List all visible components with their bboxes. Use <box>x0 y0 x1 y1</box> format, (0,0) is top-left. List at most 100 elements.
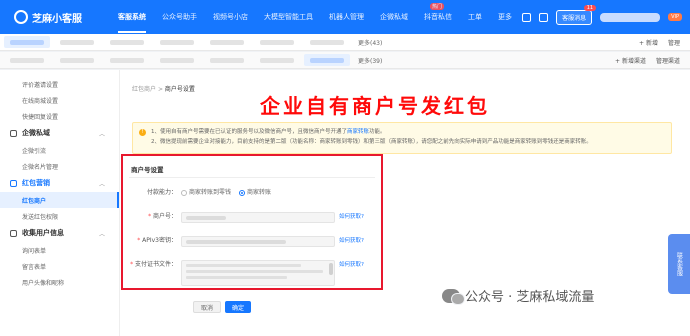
how-to-get-link[interactable]: 如何获取? <box>339 260 364 270</box>
scrollbar[interactable] <box>329 263 333 275</box>
confirm-button[interactable]: 确定 <box>225 301 252 313</box>
sidebar-item-inquiry-form[interactable]: 询问表单 <box>0 242 119 258</box>
overlay-headline: 企业自有商户号发红包 <box>260 94 490 118</box>
notice-line-2: 2、微信提现前需要企业对接能力，目前支持的是第二版（功能名称：商家转账到零钱）和… <box>151 139 592 145</box>
nav-item-oa-assistant[interactable]: 公众号助手 <box>154 12 205 22</box>
nav-item-tickets[interactable]: 工单 <box>460 12 490 22</box>
account-tab[interactable] <box>104 36 150 48</box>
account-tab[interactable] <box>54 36 100 48</box>
contact-support-tab[interactable]: 联系客服 <box>668 234 690 294</box>
customer-messages-label: 客服消息 <box>562 14 587 22</box>
account-tab[interactable] <box>154 36 200 48</box>
bell-icon[interactable] <box>539 12 549 22</box>
nav-item-douyin[interactable]: 热门 抖音私信 <box>416 3 460 22</box>
merchant-id-input[interactable] <box>181 212 335 223</box>
wecom-icon <box>10 129 17 137</box>
contact-support-label: 联系客服 <box>675 252 683 276</box>
logo-icon <box>14 10 28 24</box>
nav-item-more[interactable]: 更多 <box>490 12 520 22</box>
sidebar-group-wecom[interactable]: 企微私域 ︿ <box>0 124 119 142</box>
apiv3-key-label: * APIv3密钥： <box>123 236 181 246</box>
watermark-text: 公众号 · 芝麻私域流量 <box>465 290 595 305</box>
doc-icon[interactable] <box>522 12 532 22</box>
warning-icon: ! <box>139 129 146 136</box>
account-tab[interactable] <box>254 36 300 48</box>
form-actions: 取消 确定 <box>193 301 252 313</box>
apiv3-key-input[interactable] <box>181 236 335 247</box>
radio-merchant-transfer[interactable]: 商家转账 <box>239 188 271 198</box>
cert-file-row: * 支付证书文件： 如何获取? <box>123 260 385 286</box>
account-tab-active[interactable] <box>4 36 50 48</box>
channel-tabs-row: 更多(39) + 新增渠道 管理渠道 <box>0 52 690 69</box>
notice-line-1: 1、使用自有商户号需要在已认证的服务号以及微信商户号，且微信商户号开通了商家转账… <box>151 127 663 137</box>
sidebar-group-red-packet[interactable]: 红包营销 ︿ <box>0 174 119 192</box>
sidebar: 评价邀请设置 在线商城设置 快捷回复设置 企微私域 ︿ 企微引流 企微名片管理 … <box>0 70 120 336</box>
notice-banner: ! 1、使用自有商户号需要在已认证的服务号以及微信商户号，且微信商户号开通了商家… <box>132 122 672 154</box>
customer-messages-button[interactable]: 客服消息 11 <box>556 4 597 25</box>
how-to-get-link[interactable]: 如何获取? <box>339 212 364 222</box>
sidebar-item-wecom-card[interactable]: 企微名片管理 <box>0 158 119 174</box>
channel-tab[interactable] <box>104 54 150 66</box>
channel-tab[interactable] <box>154 54 200 66</box>
blurred-line <box>186 276 287 279</box>
radio-label: 商家转账 <box>247 189 272 196</box>
nav-item-wecom[interactable]: 企微私域 <box>372 12 416 22</box>
sidebar-group-collect-info[interactable]: 收集用户信息 ︿ <box>0 224 119 242</box>
sidebar-group-label: 企微私域 <box>22 129 50 137</box>
add-channel-button[interactable]: + 新增渠道 <box>615 56 646 65</box>
sidebar-item-avatar-nickname[interactable]: 用户头像和昵称 <box>0 274 119 290</box>
top-navbar: 芝麻小客服 客服系统 公众号助手 视频号小店 大模型智能工具 机器人管理 企微私… <box>0 0 690 34</box>
cancel-button[interactable]: 取消 <box>193 301 222 313</box>
blurred-tab-label <box>210 57 244 63</box>
sidebar-item-red-packet-permission[interactable]: 发送红包权限 <box>0 208 119 224</box>
manage-channels-button[interactable]: 管理渠道 <box>656 56 680 65</box>
how-to-get-link[interactable]: 如何获取? <box>339 236 364 246</box>
breadcrumb-parent[interactable]: 红包商户 <box>132 86 156 93</box>
radio-transfer-to-balance[interactable]: 商家转账到零钱 <box>181 188 231 198</box>
nav-item-llm-tools[interactable]: 大模型智能工具 <box>256 12 321 22</box>
blurred-value <box>186 215 226 220</box>
nav-item-video-shop[interactable]: 视频号小店 <box>205 12 256 22</box>
sidebar-item-quick-reply[interactable]: 快捷回复设置 <box>0 108 119 124</box>
blurred-tab-label <box>60 39 94 45</box>
vip-badge: VIP <box>668 13 682 21</box>
channel-tab[interactable] <box>254 54 300 66</box>
hot-badge: 热门 <box>430 3 445 10</box>
chevron-up-icon: ︿ <box>98 130 105 138</box>
blurred-tab-label <box>160 57 194 63</box>
nav-item-douyin-label: 抖音私信 <box>424 13 452 21</box>
nav-item-robot-admin[interactable]: 机器人管理 <box>321 12 372 22</box>
blurred-tab-label <box>260 39 294 45</box>
sidebar-item-message-form[interactable]: 留言表单 <box>0 258 119 274</box>
cert-file-textarea[interactable] <box>181 260 335 286</box>
cert-file-label: * 支付证书文件： <box>123 260 181 270</box>
sidebar-item-wecom-traffic[interactable]: 企微引流 <box>0 142 119 158</box>
account-tabs-row: 更多(43) + 新增 管理 <box>0 34 690 51</box>
channel-tab-active[interactable] <box>304 54 350 66</box>
channel-tab-actions: + 新增渠道 管理渠道 <box>615 56 680 65</box>
divider <box>129 177 375 178</box>
account-tabs-more[interactable]: 更多(43) <box>358 38 382 47</box>
watermark: 公众号 · 芝麻私域流量 <box>442 286 594 305</box>
channel-tab[interactable] <box>4 54 50 66</box>
manage-accounts-button[interactable]: 管理 <box>668 38 680 47</box>
user-account-name[interactable] <box>600 12 661 22</box>
merchant-id-label: * 商户号： <box>123 212 181 222</box>
sidebar-item-online-mall[interactable]: 在线商城设置 <box>0 92 119 108</box>
sidebar-item-review-invite[interactable]: 评价邀请设置 <box>0 76 119 92</box>
nav-item-customer-service[interactable]: 客服系统 <box>110 12 154 33</box>
payment-ability-row: 付款能力： 商家转账到零钱 商家转账 <box>123 188 385 198</box>
channel-tabs-more[interactable]: 更多(39) <box>358 56 382 65</box>
app-logo[interactable]: 芝麻小客服 <box>0 10 100 25</box>
add-account-button[interactable]: + 新增 <box>639 38 658 47</box>
account-tab[interactable] <box>304 36 350 48</box>
notice-line-1-prefix: 1、使用自有商户号需要在已认证的服务号以及微信商户号，且微信商户号开通了 <box>151 129 348 135</box>
channel-tab[interactable] <box>54 54 100 66</box>
top-right-tools: 客服消息 11 VIP <box>522 0 682 34</box>
sidebar-group-label: 收集用户信息 <box>22 229 64 237</box>
account-tab[interactable] <box>204 36 250 48</box>
notice-link[interactable]: 商家转账 <box>347 129 369 135</box>
channel-tab[interactable] <box>204 54 250 66</box>
blurred-tab-label <box>260 57 294 63</box>
sidebar-item-red-packet-merchant[interactable]: 红包商户 <box>0 192 119 208</box>
